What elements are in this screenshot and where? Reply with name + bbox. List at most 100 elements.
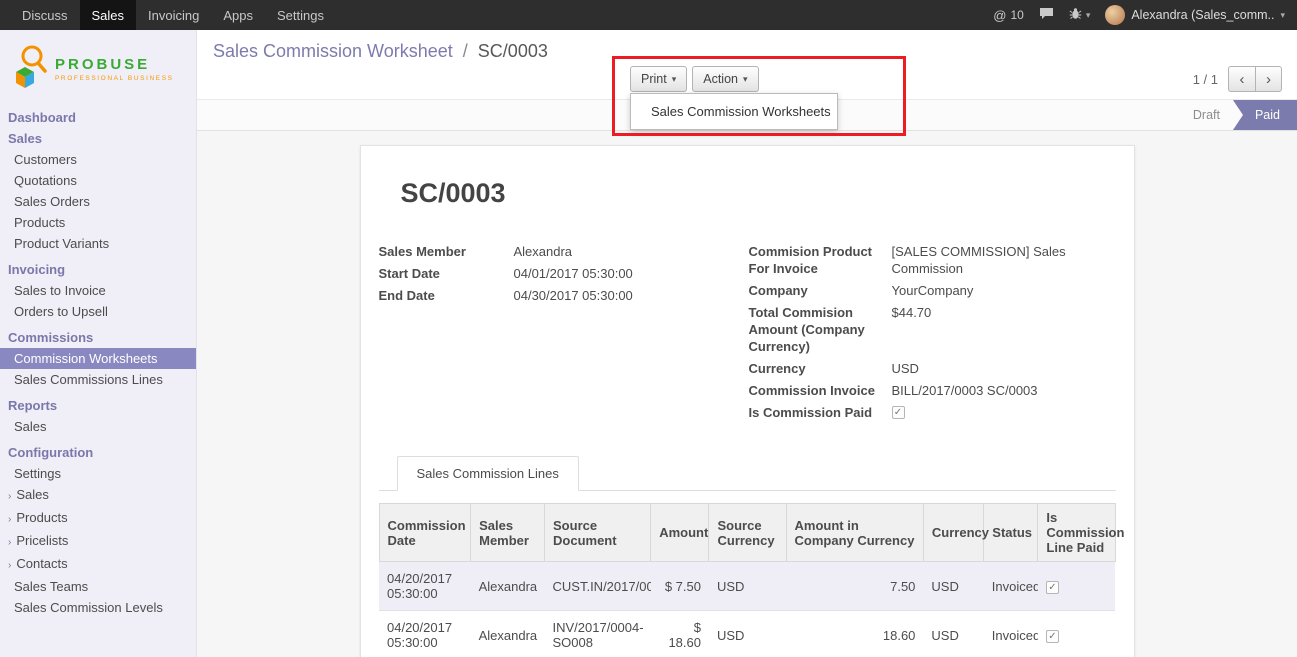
- sales-member-link[interactable]: Alexandra: [514, 243, 573, 260]
- menu-apps[interactable]: Apps: [211, 0, 265, 30]
- cell-line-paid: ✓: [1038, 562, 1115, 611]
- is-commission-paid-checkbox[interactable]: ✓: [892, 406, 905, 419]
- header-amount[interactable]: Amount: [651, 504, 709, 562]
- commission-product-link[interactable]: [SALES COMMISSION] Sales Commission: [892, 243, 1070, 277]
- sidebar-section-reports[interactable]: Reports: [0, 395, 196, 416]
- header-commission-date[interactable]: Commission Date: [379, 504, 471, 562]
- header-sales-member[interactable]: Sales Member: [471, 504, 545, 562]
- action-button-label: Action: [703, 72, 738, 86]
- sidebar-item-sales-orders[interactable]: Sales Orders: [0, 191, 196, 212]
- at-icon: @: [993, 8, 1006, 23]
- cell-commission-date: 04/20/2017 05:30:00: [379, 611, 471, 657]
- topbar-systray: @ 10 ▾ Alexandra (Sales_comm.. ▾: [993, 0, 1297, 30]
- print-button-label: Print: [641, 72, 667, 86]
- sidebar-nav: Dashboard Sales Customers Quotations Sal…: [0, 107, 196, 618]
- sidebar-section-configuration[interactable]: Configuration: [0, 442, 196, 463]
- header-is-commission-line-paid[interactable]: Is Commission Line Paid: [1038, 504, 1115, 562]
- sidebar-item-label: Sales: [16, 487, 49, 502]
- sidebar-item-sales-commission-levels[interactable]: Sales Commission Levels: [0, 597, 196, 618]
- commission-invoice-link[interactable]: BILL/2017/0003 SC/0003: [892, 382, 1038, 399]
- header-status[interactable]: Status: [984, 504, 1038, 562]
- status-draft[interactable]: Draft: [1180, 100, 1233, 130]
- sidebar-item-config-products[interactable]: ›Products: [0, 507, 196, 530]
- line-paid-checkbox[interactable]: ✓: [1046, 581, 1059, 594]
- user-name: Alexandra (Sales_comm..: [1131, 8, 1274, 22]
- check-icon: ✓: [1048, 632, 1056, 642]
- mentions-button[interactable]: @ 10: [993, 8, 1024, 23]
- table-body: 04/20/2017 05:30:00 Alexandra CUST.IN/20…: [379, 562, 1115, 657]
- company-logo[interactable]: PROBUSE PROFESSIONAL BUSINESS: [0, 30, 196, 107]
- status-paid[interactable]: Paid: [1233, 100, 1297, 130]
- sidebar-item-orders-to-upsell[interactable]: Orders to Upsell: [0, 301, 196, 322]
- logo-title: PROBUSE: [55, 56, 174, 73]
- sidebar-item-sales-to-invoice[interactable]: Sales to Invoice: [0, 280, 196, 301]
- cell-source-currency: USD: [709, 562, 786, 611]
- messages-button[interactable]: [1039, 7, 1054, 23]
- sidebar-item-sales-teams[interactable]: Sales Teams: [0, 576, 196, 597]
- field-is-commission-paid: Is Commission Paid ✓: [749, 404, 1116, 421]
- check-icon: ✓: [1048, 583, 1056, 593]
- sidebar-item-settings[interactable]: Settings: [0, 463, 196, 484]
- header-source-document[interactable]: Source Document: [545, 504, 651, 562]
- commission-line-row[interactable]: 04/20/2017 05:30:00 Alexandra CUST.IN/20…: [379, 562, 1115, 611]
- chevron-right-icon: ›: [1266, 71, 1271, 88]
- currency-link[interactable]: USD: [892, 360, 919, 377]
- line-paid-checkbox[interactable]: ✓: [1046, 630, 1059, 643]
- caret-down-icon: ▾: [1280, 10, 1285, 21]
- sidebar-item-config-sales[interactable]: ›Sales: [0, 484, 196, 507]
- field-label: Commision Product For Invoice: [749, 243, 892, 277]
- expand-icon: ›: [8, 537, 11, 548]
- dropdown-item-sales-commission-worksheets[interactable]: Sales Commission Worksheets: [631, 98, 837, 125]
- form-sheet: SC/0003 Sales Member Alexandra Start Dat…: [360, 145, 1135, 657]
- header-amount-in-company-currency[interactable]: Amount in Company Currency: [786, 504, 923, 562]
- field-label: Start Date: [379, 265, 514, 282]
- sidebar-item-reports-sales[interactable]: Sales: [0, 416, 196, 437]
- pager-previous-button[interactable]: ‹: [1228, 66, 1255, 92]
- field-start-date: Start Date 04/01/2017 05:30:00: [379, 265, 749, 282]
- field-group-right: Commision Product For Invoice [SALES COM…: [749, 243, 1116, 426]
- sidebar-item-commission-worksheets[interactable]: Commission Worksheets: [0, 348, 196, 369]
- menu-settings[interactable]: Settings: [265, 0, 336, 30]
- header-currency[interactable]: Currency: [923, 504, 983, 562]
- sidebar-section-invoicing[interactable]: Invoicing: [0, 259, 196, 280]
- sidebar-item-pricelists[interactable]: › Pricelists: [0, 530, 196, 553]
- company-link[interactable]: YourCompany: [892, 282, 974, 299]
- sidebar-item-sales-commissions-lines[interactable]: Sales Commissions Lines: [0, 369, 196, 390]
- user-menu[interactable]: Alexandra (Sales_comm.. ▾: [1105, 5, 1285, 25]
- commission-line-row[interactable]: 04/20/2017 05:30:00 Alexandra INV/2017/0…: [379, 611, 1115, 657]
- pager-next-button[interactable]: ›: [1255, 66, 1282, 92]
- sidebar-item-products[interactable]: Products: [0, 212, 196, 233]
- sidebar-item-customers[interactable]: Customers: [0, 149, 196, 170]
- sidebar-item-contacts[interactable]: ›Contacts: [0, 553, 196, 576]
- sidebar-section-sales[interactable]: Sales: [0, 128, 196, 149]
- sidebar-section-dashboard[interactable]: Dashboard: [0, 107, 196, 128]
- top-navbar: Discuss Sales Invoicing Apps Settings @ …: [0, 0, 1297, 30]
- sidebar-item-product-variants[interactable]: Product Variants: [0, 233, 196, 254]
- sidebar-item-quotations[interactable]: Quotations: [0, 170, 196, 191]
- debug-menu-button[interactable]: ▾: [1069, 7, 1091, 23]
- sidebar-item-label: Pricelists: [16, 533, 68, 548]
- menu-invoicing[interactable]: Invoicing: [136, 0, 211, 30]
- breadcrumb-parent-link[interactable]: Sales Commission Worksheet: [213, 41, 453, 61]
- action-button[interactable]: Action ▾: [692, 66, 758, 92]
- cell-currency: USD: [923, 611, 983, 657]
- field-label: Commission Invoice: [749, 382, 892, 399]
- app-menus: Discuss Sales Invoicing Apps Settings: [0, 0, 336, 30]
- cell-source-document: INV/2017/0004-SO008: [545, 611, 651, 657]
- field-label: Is Commission Paid: [749, 404, 892, 421]
- menu-discuss[interactable]: Discuss: [10, 0, 80, 30]
- header-source-currency[interactable]: Source Currency: [709, 504, 786, 562]
- field-group-left: Sales Member Alexandra Start Date 04/01/…: [379, 243, 749, 426]
- print-button[interactable]: Print ▾: [630, 66, 687, 92]
- chat-icon: [1039, 7, 1054, 23]
- bug-icon: [1069, 7, 1082, 23]
- end-date-value: 04/30/2017 05:30:00: [514, 287, 633, 304]
- menu-sales[interactable]: Sales: [80, 0, 137, 30]
- field-label: Currency: [749, 360, 892, 377]
- avatar: [1105, 5, 1125, 25]
- sidebar-section-commissions[interactable]: Commissions: [0, 327, 196, 348]
- action-buttons: Print ▾ Action ▾: [630, 66, 759, 92]
- tab-sales-commission-lines[interactable]: Sales Commission Lines: [397, 456, 579, 491]
- probuse-logo-icon: [8, 42, 50, 95]
- field-sales-member: Sales Member Alexandra: [379, 243, 749, 260]
